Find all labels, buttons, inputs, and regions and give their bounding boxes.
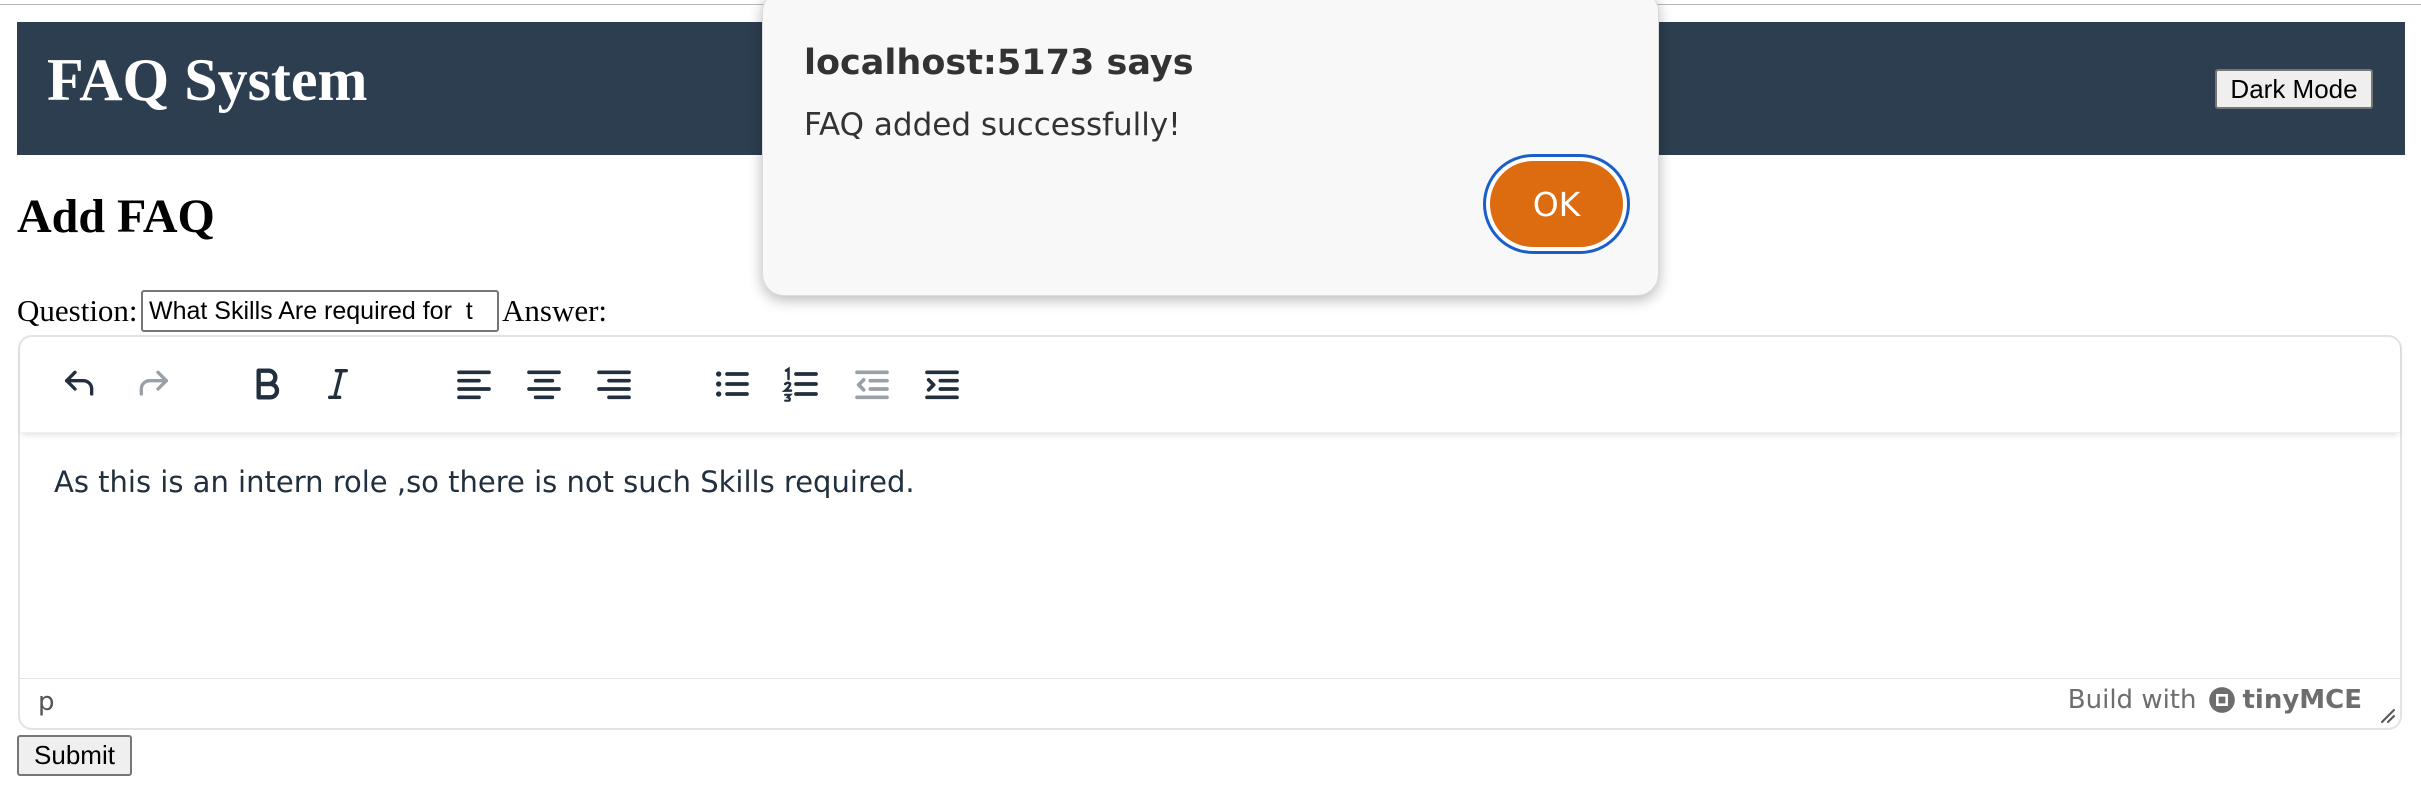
question-label: Question: bbox=[17, 293, 138, 328]
outdent-icon[interactable] bbox=[846, 359, 898, 409]
align-center-icon[interactable] bbox=[518, 359, 570, 409]
bullet-list-icon[interactable] bbox=[706, 359, 758, 409]
branding-prefix: Build with bbox=[2067, 685, 2197, 715]
editor-toolbar bbox=[20, 337, 2400, 433]
dark-mode-button[interactable]: Dark Mode bbox=[2215, 69, 2373, 109]
redo-icon[interactable] bbox=[127, 359, 179, 409]
rich-text-editor: As this is an intern role ,so there is n… bbox=[18, 335, 2402, 730]
dialog-message: FAQ added successfully! bbox=[804, 107, 1181, 143]
italic-icon[interactable] bbox=[312, 359, 364, 409]
resize-handle-icon[interactable] bbox=[2376, 704, 2396, 724]
submit-button[interactable]: Submit bbox=[17, 735, 132, 776]
tinymce-branding[interactable]: Build with tinyMCE bbox=[2068, 685, 2362, 715]
editor-content[interactable]: As this is an intern role ,so there is n… bbox=[54, 465, 915, 499]
align-right-icon[interactable] bbox=[588, 359, 640, 409]
answer-label: Answer: bbox=[502, 293, 608, 328]
app-title: FAQ System bbox=[47, 47, 368, 113]
numbered-list-icon[interactable] bbox=[775, 359, 827, 409]
dialog-title: localhost:5173 says bbox=[804, 43, 1194, 83]
page-title: Add FAQ bbox=[17, 190, 215, 243]
element-path[interactable]: p bbox=[38, 687, 55, 717]
alert-dialog: localhost:5173 says FAQ added successful… bbox=[762, 0, 1659, 296]
align-left-icon[interactable] bbox=[448, 359, 500, 409]
bold-icon[interactable] bbox=[241, 359, 293, 409]
tinymce-logo-icon bbox=[2209, 687, 2236, 713]
undo-icon[interactable] bbox=[54, 359, 106, 409]
ok-button[interactable]: OK bbox=[1486, 157, 1627, 251]
question-input[interactable] bbox=[141, 290, 499, 332]
indent-icon[interactable] bbox=[916, 359, 968, 409]
branding-name: tinyMCE bbox=[2242, 685, 2362, 715]
editor-statusbar: p Build with tinyMCE bbox=[20, 678, 2400, 728]
